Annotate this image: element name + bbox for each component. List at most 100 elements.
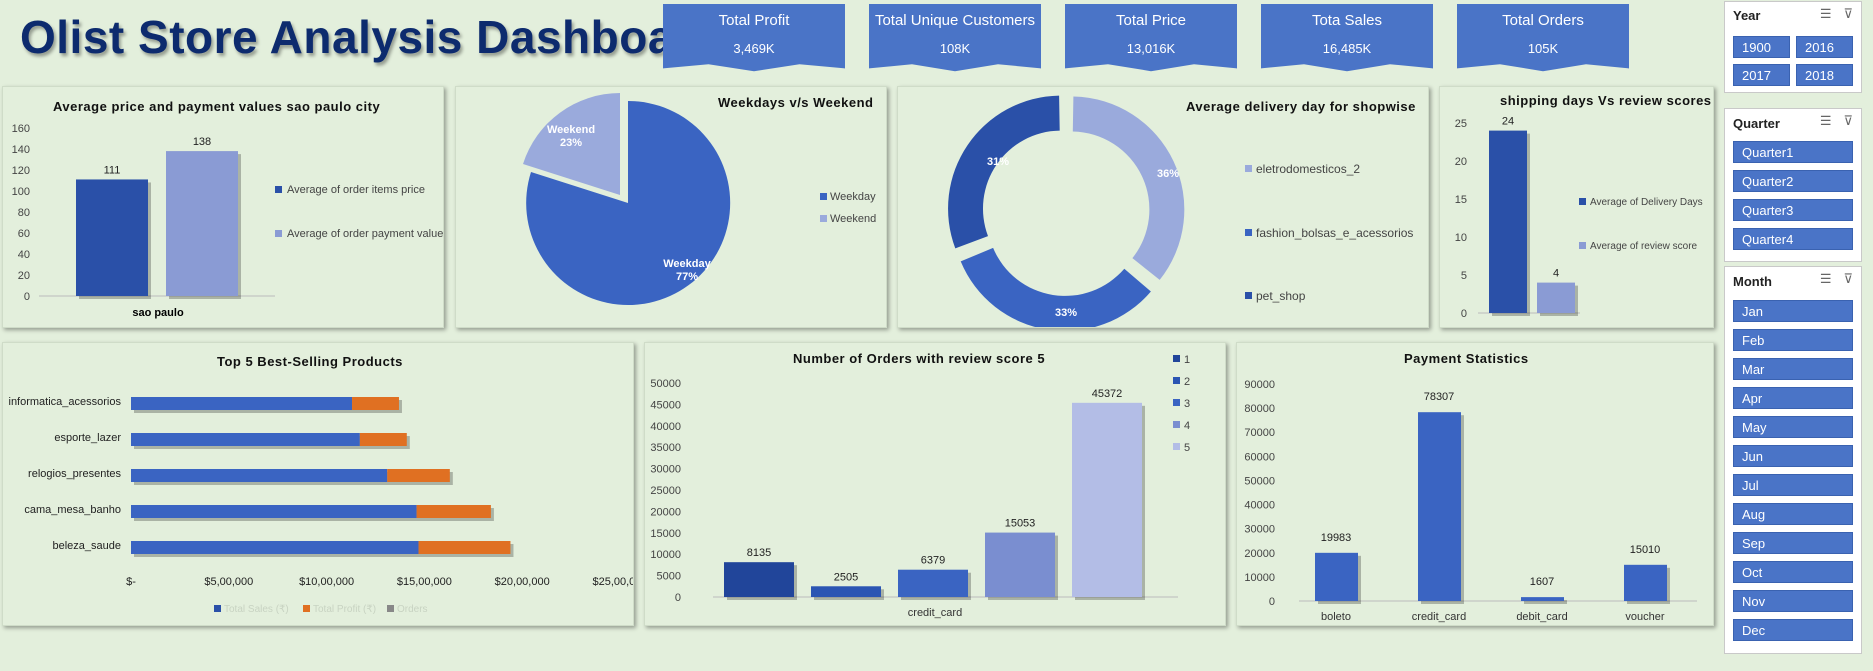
slicer-item-month[interactable]: Feb (1733, 329, 1853, 351)
bar[interactable] (724, 562, 794, 597)
data-label: 4 (1553, 268, 1559, 280)
bar[interactable] (1072, 402, 1142, 597)
slicer-item-month[interactable]: Oct (1733, 561, 1853, 583)
top5-chart[interactable]: informatica_acessorios esporte_lazerrelog… (3, 343, 648, 625)
slice-label: Weekday (663, 258, 711, 270)
slicer-item-month[interactable]: Apr (1733, 387, 1853, 409)
review5-chart[interactable]: 5000045000400003500030000250002000015000… (645, 343, 1225, 625)
bar-profit[interactable] (359, 433, 407, 446)
delivery-donut-chart[interactable]: 36% 33% 31% eletrodomesticos_2 fashion_b… (898, 87, 1428, 332)
chart-title: Average price and payment values sao pau… (53, 99, 381, 114)
weekday-pie-chart[interactable]: Weekday 77% Weekend 23% Weekday Weekend (456, 87, 886, 327)
chart-title: shipping days Vs review scores (1500, 93, 1712, 108)
legend-swatch (275, 230, 282, 237)
multi-select-icon[interactable]: ☰ (1820, 113, 1832, 128)
y-tick-label: 50000 (1244, 475, 1275, 487)
y-tick-label: 15 (1455, 194, 1467, 206)
donut-slice[interactable] (1072, 96, 1185, 280)
bar-sales[interactable] (131, 505, 417, 518)
bar-profit[interactable] (387, 469, 450, 482)
bar-sales[interactable] (131, 397, 353, 410)
chart-title: Average delivery day for shopwise (1186, 99, 1416, 114)
bar[interactable] (1489, 130, 1527, 313)
y-tick-label: 60 (18, 228, 30, 240)
y-tick-label: 25 (1455, 118, 1467, 130)
slicer-item-2016[interactable]: 2016 (1796, 36, 1853, 58)
bar-profit[interactable] (352, 397, 399, 410)
slicer-item-quarter1[interactable]: Quarter1 (1733, 141, 1853, 163)
slicer-item-quarter2[interactable]: Quarter2 (1733, 170, 1853, 192)
bar-profit[interactable] (418, 541, 511, 554)
donut-slice[interactable] (948, 95, 1060, 249)
kpi-value: 108K (939, 41, 971, 56)
multi-select-icon[interactable]: ☰ (1820, 6, 1832, 21)
slicer-item-quarter4[interactable]: Quarter4 (1733, 228, 1853, 250)
legend-swatch (1173, 421, 1180, 428)
bar[interactable] (76, 179, 148, 296)
bar[interactable] (1418, 412, 1461, 601)
legend-swatch (214, 605, 221, 612)
bar[interactable] (898, 569, 968, 597)
slicer-item-month[interactable]: Jan (1733, 300, 1853, 322)
y-axis: 90000 80000 70000 60000 50000 40000 30000 20000… (1244, 379, 1275, 608)
x-tick-label: boleto (1321, 611, 1351, 623)
slicer-item-month[interactable]: May (1733, 416, 1853, 438)
clear-filter-icon[interactable]: ⊽ (1843, 6, 1853, 21)
slicer-item-month[interactable]: Aug (1733, 503, 1853, 525)
legend-swatch (1173, 443, 1180, 450)
slicer-item-month[interactable]: Mar (1733, 358, 1853, 380)
legend-swatch (275, 186, 282, 193)
bar[interactable] (166, 151, 238, 296)
kpi-total-price: Total Price 13,016K (1065, 4, 1237, 72)
y-tick-label: 15000 (650, 528, 681, 540)
month-slicer: Month ☰ ⊽ Jan Feb Mar Apr May Jun Jul Aug… (1724, 266, 1862, 654)
bar-sales[interactable] (131, 541, 419, 554)
bar-sales[interactable] (131, 433, 360, 446)
y-axis: 5000045000400003500030000250002000015000… (650, 378, 681, 604)
slicer-item-month[interactable]: Nov (1733, 590, 1853, 612)
x-tick-label: sao paulo (132, 307, 184, 319)
bar-profit[interactable] (416, 505, 491, 518)
bar[interactable] (985, 532, 1055, 597)
slicer-item-month[interactable]: Sep (1733, 532, 1853, 554)
slicer-item-1900[interactable]: 1900 (1733, 36, 1790, 58)
bar[interactable] (1521, 597, 1564, 601)
slicer-item-month[interactable]: Jun (1733, 445, 1853, 467)
slicer-item-quarter3[interactable]: Quarter3 (1733, 199, 1853, 221)
legend-label: pet_shop (1256, 289, 1306, 303)
kpi-label: Total Price (1115, 12, 1187, 29)
bar[interactable] (1624, 564, 1667, 601)
shipping-chart[interactable]: 2520151050 244 Average of Delivery Days … (1440, 87, 1713, 327)
multi-select-icon[interactable]: ☰ (1820, 271, 1832, 286)
kpi-value: 3,469K (733, 41, 775, 56)
slicer-item-2017[interactable]: 2017 (1733, 64, 1790, 86)
slicer-item-month[interactable]: Dec (1733, 619, 1853, 641)
y-tick-label: 90000 (1244, 379, 1275, 391)
data-label: 15010 (1630, 544, 1661, 556)
legend-label: Orders (397, 604, 428, 615)
data-label: 15053 (1005, 518, 1036, 530)
y-tick-label: 20000 (1244, 548, 1275, 560)
y-axis: 160 140 120 100 80 60 40 20 0 (12, 123, 30, 303)
clear-filter-icon[interactable]: ⊽ (1843, 113, 1853, 128)
clear-filter-icon[interactable]: ⊽ (1843, 271, 1853, 286)
bar[interactable] (1537, 282, 1575, 313)
legend-swatch (1579, 242, 1586, 249)
year-slicer: Year ☰ ⊽ 1900 2016 2017 2018 (1724, 1, 1862, 93)
y-tick-label: 20 (1455, 156, 1467, 168)
category-label: informatica_acessorios (9, 396, 122, 408)
x-tick-label: credit_card (908, 607, 962, 619)
avg-price-chart[interactable]: 160 140 120 100 80 60 40 20 0 111 138 sao paulo A… (3, 87, 444, 327)
y-tick-label: 30000 (650, 464, 681, 476)
legend-label: Weekend (830, 213, 876, 225)
x-tick-label: $25,00,000 (592, 576, 633, 588)
legend-swatch (820, 193, 827, 200)
bar-sales[interactable] (131, 469, 388, 482)
slicer-item-month[interactable]: Jul (1733, 474, 1853, 496)
legend-label: 5 (1184, 442, 1190, 454)
bar[interactable] (1315, 552, 1358, 601)
payment-chart[interactable]: 90000 80000 70000 60000 50000 40000 30000 20000… (1237, 343, 1713, 625)
x-tick-label: $10,00,000 (299, 576, 354, 588)
bar[interactable] (811, 586, 881, 597)
slicer-item-2018[interactable]: 2018 (1796, 64, 1853, 86)
